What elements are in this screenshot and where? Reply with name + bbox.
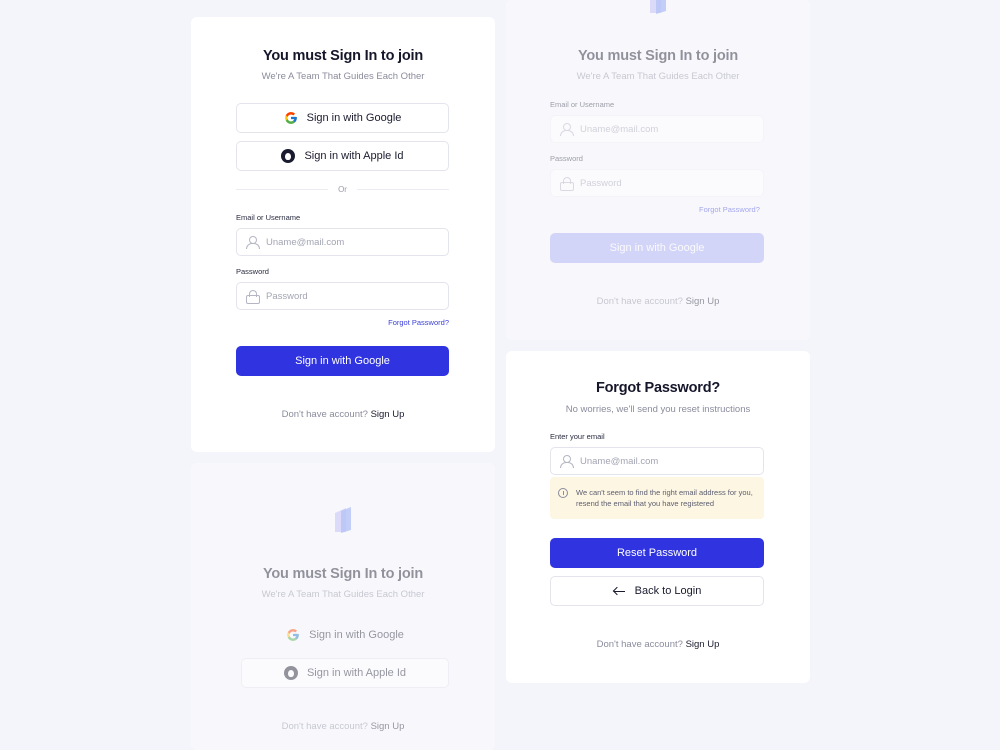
signin-title: You must Sign In to join (262, 48, 424, 64)
signup-link[interactable]: Sign Up (371, 409, 405, 420)
faded-google-label: Sign in with Google (309, 629, 404, 641)
email-label: Email or Username (236, 213, 301, 222)
lock-icon (246, 290, 260, 304)
signin-card-faded: You must Sign In to join We're A Team Th… (506, 0, 810, 340)
google-signin-label: Sign in with Google (306, 112, 402, 124)
faded-apple-signin-button[interactable]: Sign in with Apple Id (241, 658, 449, 688)
faded-signin-subtitle: We're A Team That Guides Each Other (576, 71, 740, 82)
faded-social-signup-text: Don't have account? (281, 721, 368, 732)
google-icon (284, 112, 297, 124)
faded-apple-label: Sign in with Apple Id (306, 667, 407, 679)
forgot-signup-text: Don't have account? (596, 639, 683, 650)
faded-social-signup-prompt: Don't have account? Sign Up (191, 721, 495, 732)
faded-signup-prompt-text: Don't have account? (596, 296, 683, 307)
lock-icon (560, 177, 574, 191)
user-icon (560, 455, 574, 468)
reset-password-button[interactable]: Reset Password (550, 538, 764, 568)
forgot-email-label: Enter your email (550, 432, 605, 441)
info-icon (558, 488, 568, 498)
signin-submit-button[interactable]: Sign in with Google (236, 346, 449, 376)
back-to-login-label: Back to Login (634, 585, 702, 597)
email-placeholder: Uname@mail.com (266, 236, 345, 248)
signup-prompt: Don't have account? Sign Up (191, 409, 495, 420)
faded-signup-link[interactable]: Sign Up (686, 296, 720, 307)
faded-social-signup-link[interactable]: Sign Up (371, 721, 405, 732)
forgot-email-placeholder: Uname@mail.com (580, 455, 659, 467)
faded-forgot-password-link[interactable]: Forgot Password? (699, 205, 760, 214)
user-icon (560, 123, 574, 136)
password-field[interactable]: Password (236, 282, 449, 310)
faded-password-placeholder: Password (580, 177, 622, 189)
arrow-left-icon (613, 587, 625, 595)
forgot-email-field[interactable]: Uname@mail.com (550, 447, 764, 475)
faded-signin-submit-button[interactable]: Sign in with Google (550, 233, 764, 263)
apple-icon (283, 666, 298, 680)
signup-prompt-text: Don't have account? (281, 409, 368, 420)
email-field[interactable]: Uname@mail.com (236, 228, 449, 256)
faded-email-placeholder: Uname@mail.com (580, 123, 659, 135)
faded-password-label: Password (550, 154, 583, 163)
divider-line (356, 189, 450, 190)
faded-email-label: Email or Username (550, 100, 615, 109)
social-signin-card-faded: You must Sign In to join We're A Team Th… (191, 463, 495, 750)
user-icon (246, 236, 260, 249)
logo-icon (335, 507, 351, 533)
divider-line (236, 189, 329, 190)
faded-signin-title: You must Sign In to join (577, 48, 739, 64)
divider-text: Or (338, 185, 347, 194)
password-label: Password (236, 267, 269, 276)
email-not-found-alert: We can't seem to find the right email ad… (550, 477, 764, 519)
signin-card: You must Sign In to join We're A Team Th… (191, 17, 495, 452)
faded-social-title: You must Sign In to join (262, 566, 424, 582)
logo-icon (650, 0, 666, 14)
faded-google-signin-button[interactable]: Sign in with Google (241, 620, 449, 650)
forgot-password-card: Forgot Password? No worries, we'll send … (506, 351, 810, 683)
google-icon (287, 629, 299, 641)
forgot-subtitle: No worries, we'll send you reset instruc… (565, 404, 751, 415)
faded-signup-prompt: Don't have account? Sign Up (506, 296, 810, 307)
forgot-signup-prompt: Don't have account? Sign Up (506, 639, 810, 650)
google-signin-button[interactable]: Sign in with Google (236, 103, 449, 133)
alert-text: We can't seem to find the right email ad… (576, 488, 753, 509)
forgot-title: Forgot Password? (595, 380, 721, 396)
faded-email-field[interactable]: Uname@mail.com (550, 115, 764, 143)
password-placeholder: Password (266, 290, 308, 302)
apple-signin-button[interactable]: Sign in with Apple Id (236, 141, 449, 171)
or-divider: Or (236, 185, 450, 194)
forgot-password-link[interactable]: Forgot Password? (388, 318, 449, 327)
back-to-login-button[interactable]: Back to Login (550, 576, 764, 606)
forgot-signup-link[interactable]: Sign Up (686, 639, 720, 650)
faded-social-subtitle: We're A Team That Guides Each Other (261, 589, 425, 600)
apple-icon (281, 149, 296, 163)
faded-password-field[interactable]: Password (550, 169, 764, 197)
signin-subtitle: We're A Team That Guides Each Other (261, 71, 425, 82)
apple-signin-label: Sign in with Apple Id (304, 150, 404, 162)
